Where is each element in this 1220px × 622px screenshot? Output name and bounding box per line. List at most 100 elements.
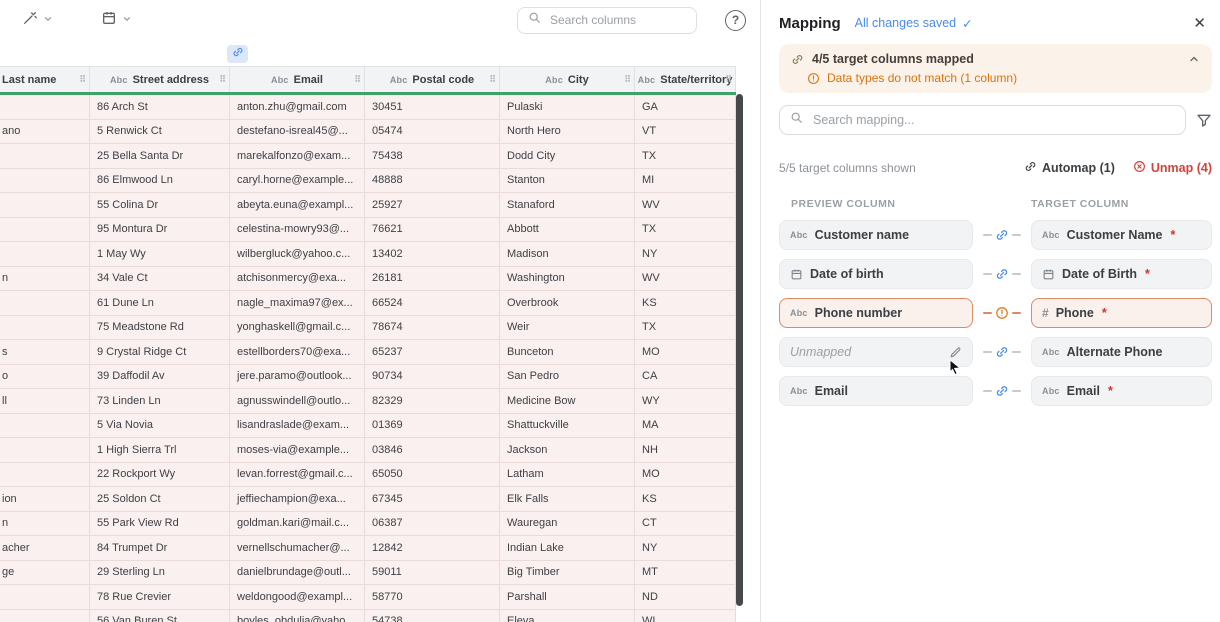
table-cell[interactable]: 67345 [365,487,500,512]
table-cell[interactable]: 30451 [365,95,500,120]
table-cell[interactable]: 65237 [365,340,500,365]
table-cell[interactable]: 61 Dune Ln [90,291,230,316]
table-cell[interactable]: NY [635,242,736,267]
unmap-button[interactable]: Unmap (4) [1133,160,1212,176]
table-cell[interactable]: KS [635,291,736,316]
table-cell[interactable]: Stanton [500,169,635,194]
table-cell[interactable]: 95 Montura Dr [90,218,230,243]
table-cell[interactable]: North Hero [500,120,635,145]
type-mismatch-warning-icon[interactable] [995,306,1009,320]
preview-column-pill[interactable]: Unmapped [779,337,973,367]
table-cell[interactable]: 59011 [365,561,500,586]
link-icon[interactable] [995,267,1009,281]
table-cell[interactable]: levan.forrest@gmail.c... [230,463,365,488]
table-cell[interactable]: San Pedro [500,365,635,390]
table-cell[interactable]: Dodd City [500,144,635,169]
table-cell[interactable]: 01369 [365,414,500,439]
table-cell[interactable] [0,414,90,439]
table-cell[interactable]: WV [635,193,736,218]
table-cell[interactable]: goldman.kari@mail.c... [230,512,365,537]
search-columns-box[interactable] [517,7,697,34]
table-cell[interactable]: 55 Park View Rd [90,512,230,537]
table-cell[interactable]: 25 Soldon Ct [90,487,230,512]
table-cell[interactable]: 82329 [365,389,500,414]
table-cell[interactable]: 06387 [365,512,500,537]
table-cell[interactable]: Shattuckville [500,414,635,439]
table-cell[interactable]: destefano-isreal45@... [230,120,365,145]
table-cell[interactable]: 05474 [365,120,500,145]
table-cell[interactable] [0,438,90,463]
table-cell[interactable]: 25 Bella Santa Dr [90,144,230,169]
table-cell[interactable]: NY [635,536,736,561]
table-cell[interactable]: 5 Renwick Ct [90,120,230,145]
table-cell[interactable]: KS [635,487,736,512]
transform-tool-button[interactable] [22,10,53,31]
table-cell[interactable] [0,610,90,622]
target-column-pill[interactable]: AbcAlternate Phone [1031,337,1212,367]
table-cell[interactable] [0,316,90,341]
table-cell[interactable]: 58770 [365,585,500,610]
link-icon[interactable] [995,384,1009,398]
table-cell[interactable] [0,95,90,120]
table-cell[interactable]: 75 Meadstone Rd [90,316,230,341]
table-cell[interactable]: 78 Rue Crevier [90,585,230,610]
table-cell[interactable]: 39 Daffodil Av [90,365,230,390]
table-cell[interactable]: MO [635,340,736,365]
table-cell[interactable]: 34 Vale Ct [90,267,230,292]
table-cell[interactable]: n [0,267,90,292]
column-header[interactable]: AbcPostal code⠿ [365,67,500,92]
mapping-summary-alert[interactable]: 4/5 target columns mapped Data types do … [779,44,1212,93]
table-cell[interactable] [0,144,90,169]
help-button[interactable]: ? [725,10,746,31]
table-cell[interactable]: Overbrook [500,291,635,316]
table-cell[interactable]: s [0,340,90,365]
table-cell[interactable]: Weir [500,316,635,341]
table-cell[interactable]: anton.zhu@gmail.com [230,95,365,120]
table-cell[interactable]: 03846 [365,438,500,463]
table-cell[interactable]: Bunceton [500,340,635,365]
table-cell[interactable]: 25927 [365,193,500,218]
table-cell[interactable]: Elk Falls [500,487,635,512]
column-link-indicator[interactable] [227,45,248,63]
table-cell[interactable]: 13402 [365,242,500,267]
table-cell[interactable]: NH [635,438,736,463]
table-cell[interactable]: ge [0,561,90,586]
table-cell[interactable] [0,218,90,243]
search-columns-input[interactable] [548,12,686,28]
table-cell[interactable]: 65050 [365,463,500,488]
column-header[interactable]: AbcCity⠿ [500,67,635,92]
table-cell[interactable]: 90734 [365,365,500,390]
table-cell[interactable]: WI [635,610,736,622]
table-cell[interactable]: VT [635,120,736,145]
table-cell[interactable]: 86 Elmwood Ln [90,169,230,194]
close-icon[interactable]: ✕ [1193,14,1206,32]
link-icon[interactable] [995,228,1009,242]
table-cell[interactable]: marekalfonzo@exam... [230,144,365,169]
drag-handle-icon[interactable]: ⠿ [725,74,732,85]
table-cell[interactable]: MT [635,561,736,586]
target-column-pill[interactable]: AbcCustomer Name* [1031,220,1212,250]
table-cell[interactable]: ano [0,120,90,145]
table-cell[interactable]: acher [0,536,90,561]
search-mapping-input[interactable] [811,112,1175,128]
table-cell[interactable]: jere.paramo@outlook... [230,365,365,390]
table-cell[interactable]: 76621 [365,218,500,243]
table-cell[interactable]: danielbrundage@outl... [230,561,365,586]
table-cell[interactable]: ion [0,487,90,512]
table-cell[interactable] [0,585,90,610]
table-cell[interactable]: 5 Via Novia [90,414,230,439]
search-mapping-box[interactable] [779,105,1186,135]
table-cell[interactable]: abeyta.euna@exampl... [230,193,365,218]
column-header[interactable]: AbcStreet address⠿ [90,67,230,92]
table-cell[interactable] [0,291,90,316]
table-cell[interactable]: WV [635,267,736,292]
table-cell[interactable]: moses-via@example... [230,438,365,463]
table-cell[interactable]: TX [635,218,736,243]
table-cell[interactable]: 54738 [365,610,500,622]
drag-handle-icon[interactable]: ⠿ [624,74,631,85]
preview-column-pill[interactable]: AbcPhone number [779,298,973,328]
table-cell[interactable]: Indian Lake [500,536,635,561]
table-cell[interactable]: Washington [500,267,635,292]
table-cell[interactable]: 12842 [365,536,500,561]
table-cell[interactable]: nagle_maxima97@ex... [230,291,365,316]
